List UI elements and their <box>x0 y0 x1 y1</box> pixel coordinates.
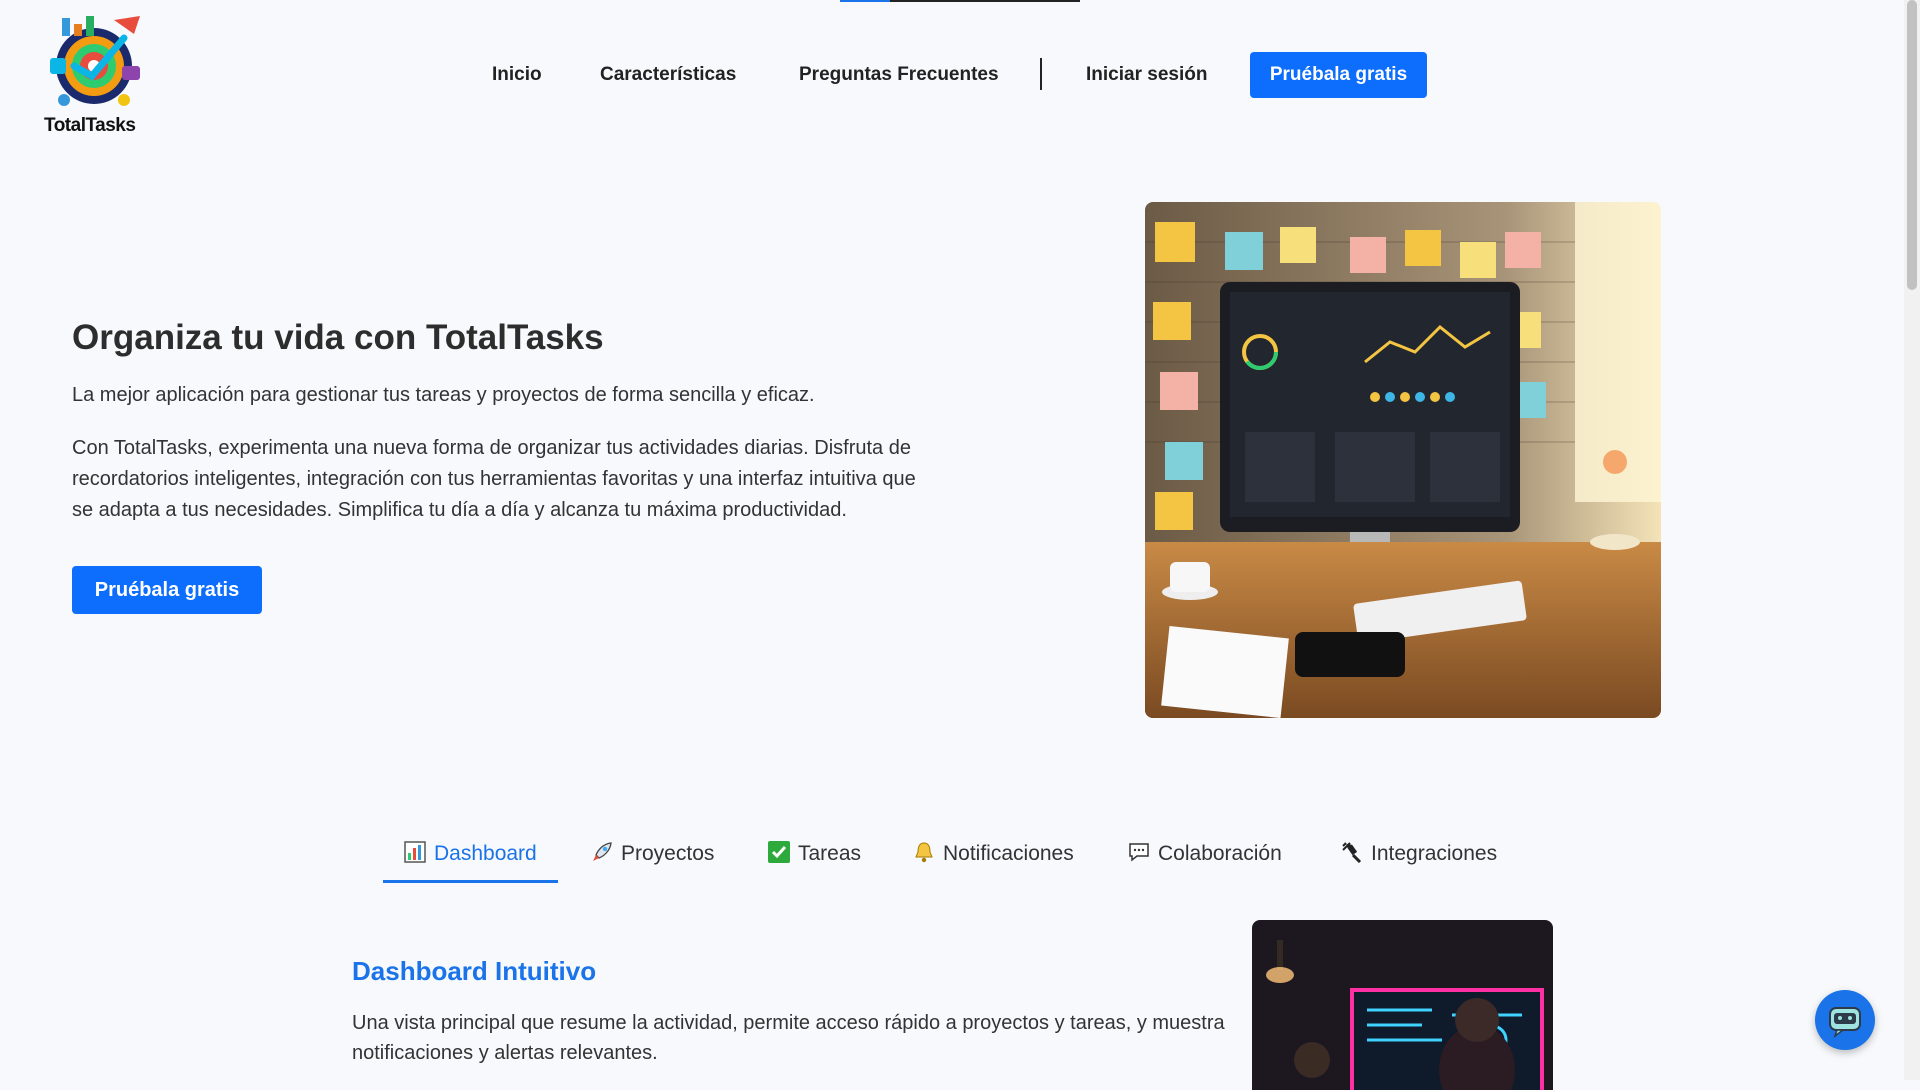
brand-name: TotalTasks <box>44 115 136 136</box>
tab-dashboard-label: Dashboard <box>434 842 537 865</box>
plug-icon <box>1341 833 1363 864</box>
page-scrollbar[interactable] <box>1904 0 1920 1080</box>
tab-integraciones[interactable]: Integraciones <box>1341 830 1497 880</box>
tab-integraciones-label: Integraciones <box>1371 842 1498 865</box>
hero-image <box>1145 202 1661 718</box>
tab-notificaciones-label: Notificaciones <box>943 842 1074 865</box>
tab-colaboracion[interactable]: Colaboración <box>1128 830 1282 880</box>
hero-body: Con TotalTasks, experimenta una nueva fo… <box>72 437 916 521</box>
check-box-icon <box>768 833 790 863</box>
bell-icon <box>913 833 935 863</box>
tab-dashboard[interactable]: Dashboard <box>383 830 558 883</box>
tab-proyectos-label: Proyectos <box>621 842 715 865</box>
bar-chart-icon <box>404 833 426 863</box>
nav-link-preguntas-frecuentes[interactable]: Preguntas Frecuentes <box>799 52 999 98</box>
hero-free-trial-button[interactable]: Pruébala gratis <box>72 566 262 614</box>
nav-link-inicio[interactable]: Inicio <box>492 52 542 98</box>
team-dashboard-photo-icon <box>1252 920 1553 1090</box>
hero-subtitle: La mejor aplicación para gestionar tus t… <box>72 384 815 406</box>
tab-tareas-label: Tareas <box>798 842 862 865</box>
tab-proyectos[interactable]: Proyectos <box>591 830 714 880</box>
tab-colaboracion-label: Colaboración <box>1158 842 1282 865</box>
feature-body: Una vista principal que resume la activi… <box>352 1012 1225 1064</box>
chatbot-icon <box>1829 1007 1861 1039</box>
tab-notificaciones[interactable]: Notificaciones <box>913 830 1074 880</box>
hero-title: Organiza tu vida con TotalTasks <box>72 318 604 357</box>
nav-separator <box>1040 58 1042 90</box>
nav-link-caracteristicas[interactable]: Características <box>600 52 736 98</box>
speech-bubble-icon <box>1128 833 1150 862</box>
desk-dashboard-illustration-icon <box>1145 202 1661 718</box>
tab-tareas[interactable]: Tareas <box>768 830 861 880</box>
rocket-icon <box>591 833 613 861</box>
target-gear-logo-icon <box>50 16 140 106</box>
top-progress-line <box>840 0 1080 2</box>
feature-title: Dashboard Intuitivo <box>352 956 597 986</box>
brand-logo[interactable]: TotalTasks <box>40 12 152 136</box>
nav-free-trial-button[interactable]: Pruébala gratis <box>1250 52 1427 98</box>
scrollbar-thumb[interactable] <box>1907 0 1917 290</box>
nav-link-iniciar-sesion[interactable]: Iniciar sesión <box>1086 52 1207 98</box>
feature-image <box>1252 920 1553 1090</box>
chat-button[interactable] <box>1815 990 1875 1050</box>
